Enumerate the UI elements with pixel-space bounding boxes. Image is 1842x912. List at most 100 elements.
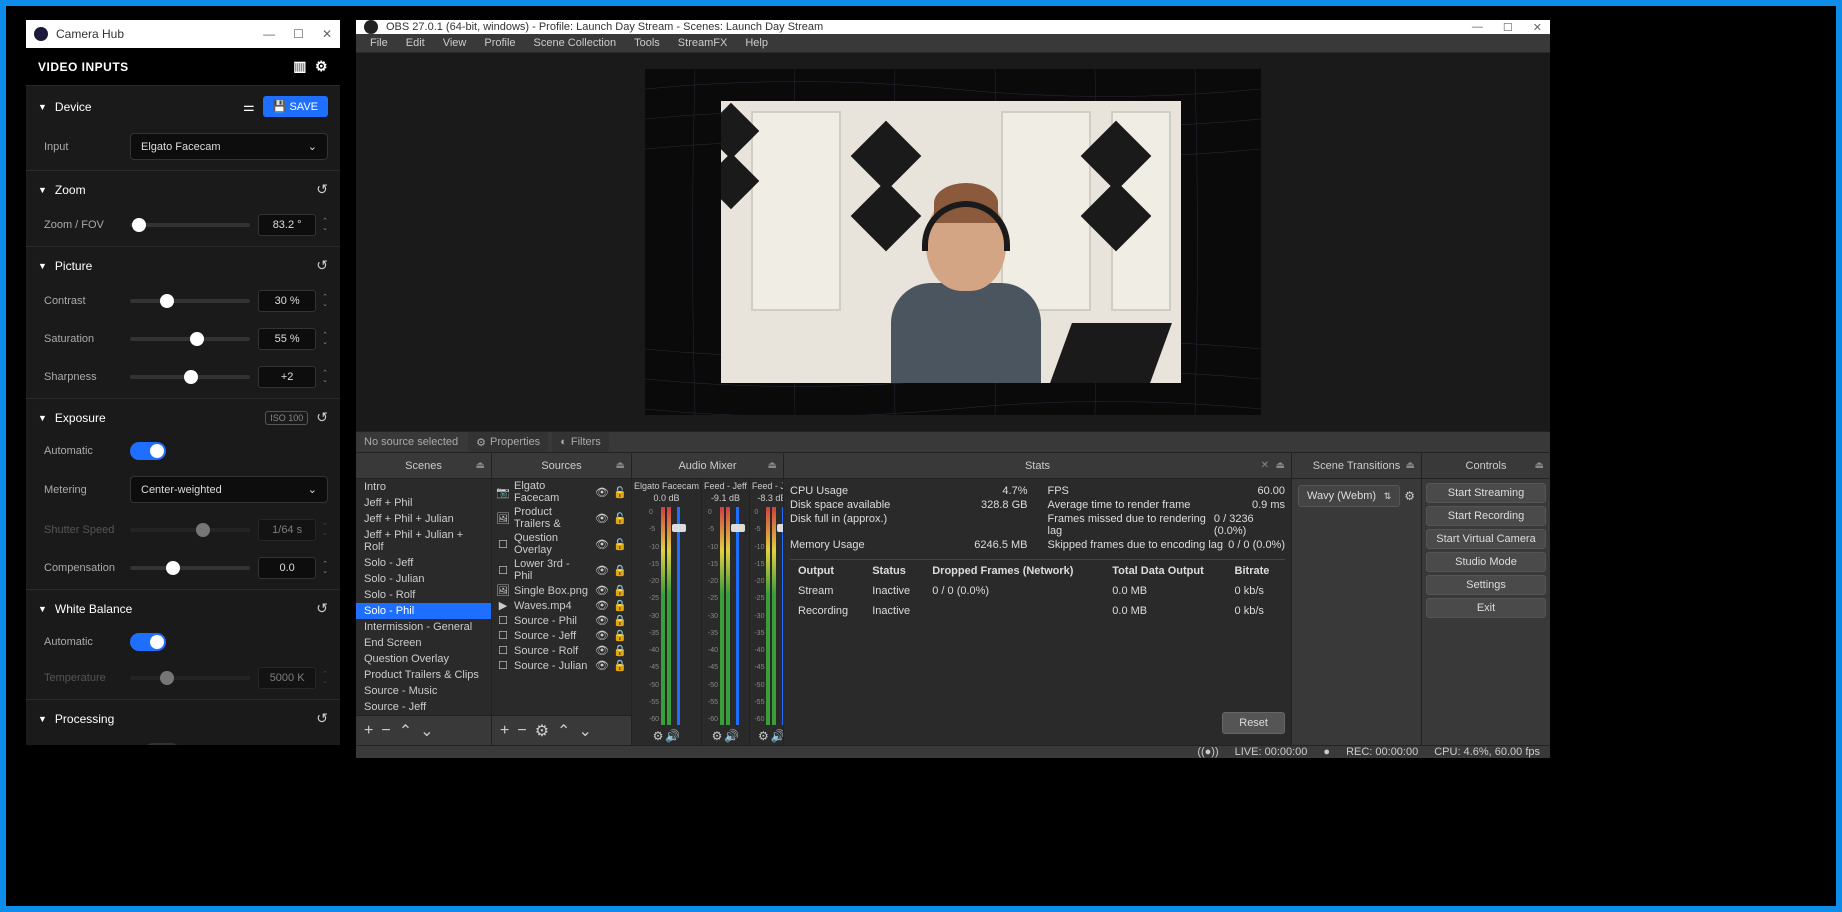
lock-icon[interactable]: 🔓	[613, 538, 627, 551]
step-up-icon[interactable]: ⌃	[322, 294, 328, 301]
picture-section-header[interactable]: ▼ Picture ↺	[26, 246, 340, 284]
channel-fader[interactable]	[736, 507, 739, 725]
visibility-icon[interactable]: 👁	[595, 538, 609, 551]
scene-item[interactable]: Solo - Jeff	[356, 555, 491, 571]
add-icon[interactable]: +	[364, 722, 373, 740]
step-down-icon[interactable]: ⌄	[322, 301, 328, 308]
wb-section-header[interactable]: ▼ White Balance ↺	[26, 589, 340, 627]
visibility-icon[interactable]: 👁	[595, 629, 609, 642]
source-item[interactable]: ☐Question Overlay👁🔓	[492, 531, 631, 557]
properties-button[interactable]: ⚙Properties	[468, 432, 548, 452]
channel-mute-icon[interactable]: 🔊	[665, 729, 680, 743]
move-up-icon[interactable]: ⌃	[557, 721, 570, 741]
source-item[interactable]: 🖼Single Box.png👁🔒	[492, 583, 631, 598]
sharpness-slider[interactable]	[130, 375, 250, 379]
minimize-icon[interactable]: —	[1472, 21, 1483, 34]
lock-icon[interactable]: 🔒	[613, 599, 627, 612]
filters-button[interactable]: ◐Filters	[552, 432, 609, 452]
start-virtual-camera-button[interactable]: Start Virtual Camera	[1426, 529, 1546, 549]
reset-icon[interactable]: ↺	[316, 257, 328, 274]
camhub-titlebar[interactable]: Camera Hub — ☐ ✕	[26, 20, 340, 48]
scene-item[interactable]: Solo - Rolf	[356, 587, 491, 603]
menu-streamfx[interactable]: StreamFX	[670, 34, 736, 52]
channel-mute-icon[interactable]: 🔊	[771, 729, 783, 743]
fov-value[interactable]: 83.2 °	[258, 214, 316, 236]
scene-item[interactable]: End Screen	[356, 635, 491, 651]
scene-item[interactable]: Product Trailers & Clips	[356, 667, 491, 683]
move-down-icon[interactable]: ⌄	[578, 721, 591, 741]
menu-profile[interactable]: Profile	[476, 34, 523, 52]
auto-wb-toggle[interactable]	[130, 633, 166, 651]
step-up-icon[interactable]: ⌃	[322, 561, 328, 568]
scene-item[interactable]: Jeff + Phil	[356, 495, 491, 511]
saturation-slider[interactable]	[130, 337, 250, 341]
channel-settings-icon[interactable]: ⚙	[653, 729, 664, 743]
step-up-icon[interactable]: ⌃	[322, 370, 328, 377]
scene-item[interactable]: Solo - Julian	[356, 571, 491, 587]
source-item[interactable]: ☐Source - Rolf👁🔒	[492, 643, 631, 658]
stats-reset-button[interactable]: Reset	[1222, 712, 1285, 734]
sharpness-value[interactable]: +2	[258, 366, 316, 388]
obs-titlebar[interactable]: OBS 27.0.1 (64-bit, windows) - Profile: …	[356, 20, 1550, 34]
channel-fader[interactable]	[782, 507, 783, 725]
lock-icon[interactable]: 🔓	[613, 486, 627, 499]
move-down-icon[interactable]: ⌄	[420, 721, 433, 741]
compensation-slider[interactable]	[130, 566, 250, 570]
transition-select[interactable]: Wavy (Webm) ⇅	[1298, 485, 1400, 507]
lock-icon[interactable]: 🔒	[613, 564, 627, 577]
zoom-section-header[interactable]: ▼ Zoom ↺	[26, 170, 340, 208]
channel-settings-icon[interactable]: ⚙	[712, 729, 723, 743]
save-button[interactable]: 💾 SAVE	[263, 96, 328, 117]
visibility-icon[interactable]: 👁	[595, 564, 609, 577]
remove-icon[interactable]: −	[517, 722, 526, 740]
source-item[interactable]: ☐Source - Jeff👁🔒	[492, 628, 631, 643]
source-item[interactable]: ☐Lower 3rd - Phil👁🔒	[492, 557, 631, 583]
gear-icon[interactable]: ⚙	[1404, 489, 1415, 503]
auto-exposure-toggle[interactable]	[130, 442, 166, 460]
lock-icon[interactable]: 🔒	[613, 629, 627, 642]
settings-button[interactable]: Settings	[1426, 575, 1546, 595]
lock-icon[interactable]: 🔒	[613, 584, 627, 597]
step-down-icon[interactable]: ⌄	[322, 339, 328, 346]
studio-mode-button[interactable]: Studio Mode	[1426, 552, 1546, 572]
close-icon[interactable]: ✕	[322, 27, 332, 41]
undock-icon[interactable]: ⏏	[1406, 460, 1415, 471]
reset-icon[interactable]: ↺	[316, 181, 328, 198]
menu-help[interactable]: Help	[737, 34, 776, 52]
close-icon[interactable]: ✕	[1261, 460, 1269, 471]
scene-item[interactable]: Jeff + Phil + Julian	[356, 511, 491, 527]
lock-icon[interactable]: 🔒	[613, 614, 627, 627]
exposure-section-header[interactable]: ▼ Exposure ISO 100 ↺	[26, 398, 340, 436]
gear-icon[interactable]: ⚙	[315, 58, 328, 75]
contrast-slider[interactable]	[130, 299, 250, 303]
source-item[interactable]: ☐Source - Julian👁🔒	[492, 658, 631, 673]
step-down-icon[interactable]: ⌄	[322, 568, 328, 575]
undock-icon[interactable]: ⏏	[1276, 460, 1285, 471]
channel-fader[interactable]	[677, 507, 680, 725]
close-icon[interactable]: ✕	[1533, 21, 1542, 34]
visibility-icon[interactable]: 👁	[595, 599, 609, 612]
source-item[interactable]: ▶Waves.mp4👁🔒	[492, 598, 631, 613]
scene-item[interactable]: Solo - Phil	[356, 603, 491, 619]
contrast-value[interactable]: 30 %	[258, 290, 316, 312]
undock-icon[interactable]: ⏏	[476, 460, 485, 471]
move-up-icon[interactable]: ⌃	[399, 721, 412, 741]
menu-view[interactable]: View	[435, 34, 475, 52]
add-icon[interactable]: +	[500, 722, 509, 740]
source-item[interactable]: 🖼Product Trailers &👁🔓	[492, 505, 631, 531]
preview-area[interactable]	[356, 53, 1550, 431]
lock-icon[interactable]: 🔒	[613, 659, 627, 672]
lock-icon[interactable]: 🔒	[613, 644, 627, 657]
start-streaming-button[interactable]: Start Streaming	[1426, 483, 1546, 503]
scene-item[interactable]: Source - Jeff	[356, 699, 491, 715]
channel-mute-icon[interactable]: 🔊	[724, 729, 739, 743]
maximize-icon[interactable]: ☐	[293, 27, 304, 41]
sliders-icon[interactable]: ⚌	[243, 99, 255, 115]
undock-icon[interactable]: ⏏	[1535, 460, 1544, 471]
step-down-icon[interactable]: ⌄	[322, 377, 328, 384]
metering-select[interactable]: Center-weighted ⌄	[130, 476, 328, 503]
undock-icon[interactable]: ⏏	[616, 460, 625, 471]
minimize-icon[interactable]: —	[263, 27, 275, 41]
processing-section-header[interactable]: ▼ Processing ↺	[26, 699, 340, 737]
noise-reduction-toggle[interactable]	[144, 743, 180, 745]
